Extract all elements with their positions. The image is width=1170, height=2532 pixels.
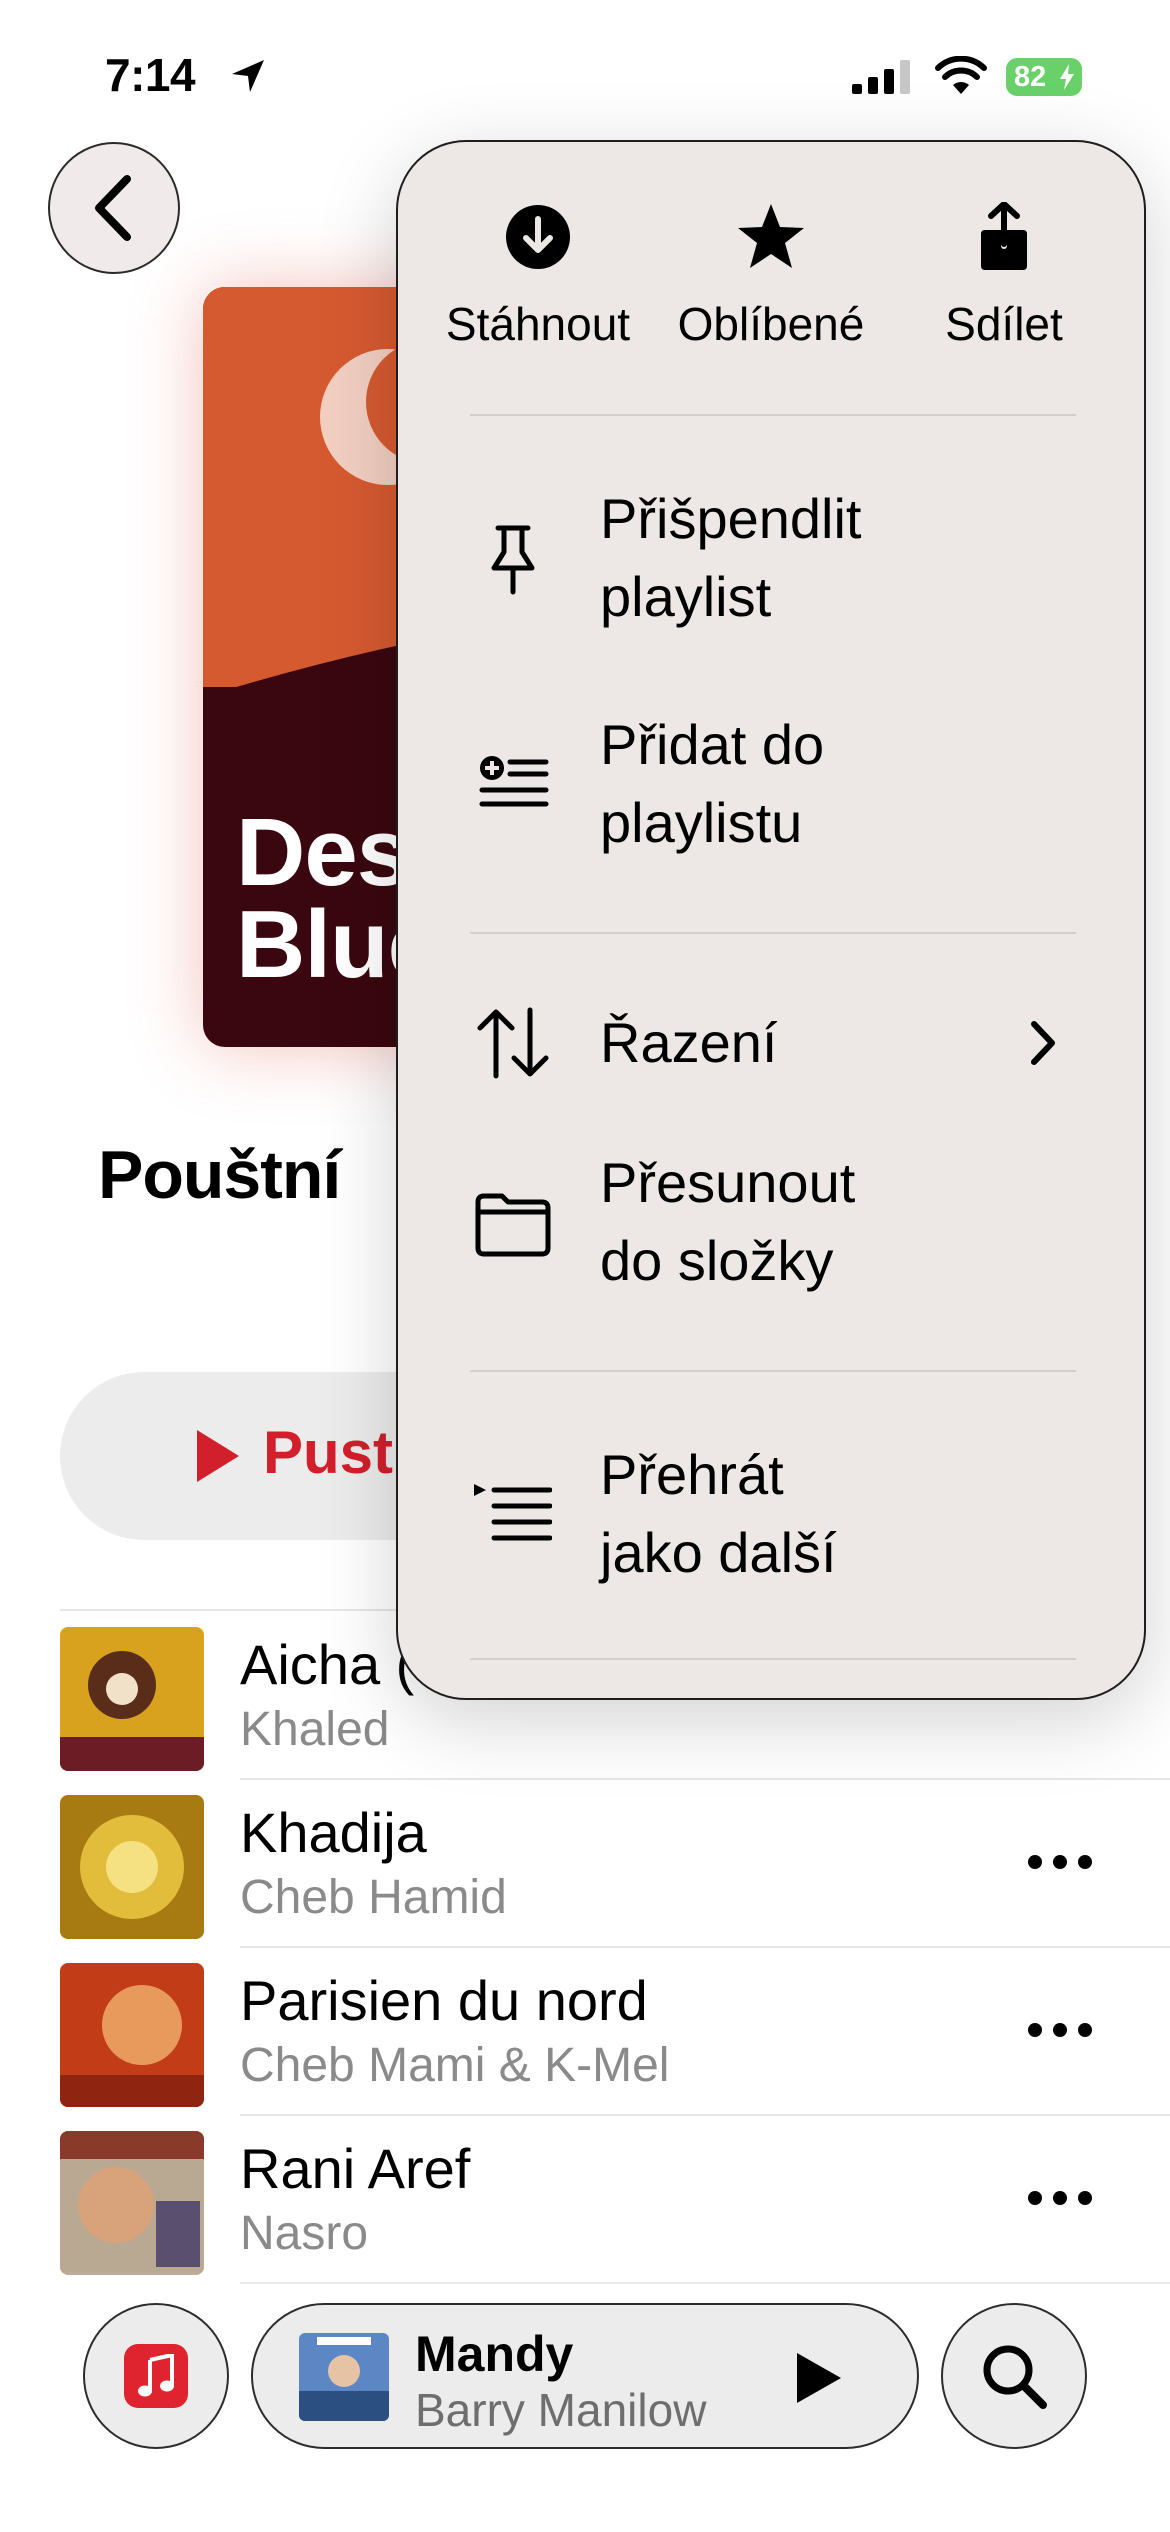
sort-item[interactable]: Řazení: [398, 968, 1148, 1118]
location-arrow-icon: [232, 60, 264, 92]
menu-divider: [470, 1370, 1076, 1372]
song-artist: Khaled: [240, 1703, 390, 1756]
play-next-line1: Přehrát: [600, 1443, 784, 1506]
list-item[interactable]: Rani Aref Nasro: [0, 2116, 1170, 2284]
play-next-label: Přehrát jako další: [600, 1436, 837, 1592]
song-title: Rani Aref: [240, 2137, 471, 2200]
album-art: [60, 1963, 204, 2107]
song-artist: Cheb Hamid: [240, 1871, 507, 1924]
share-icon: [981, 202, 1027, 270]
wifi-icon: [935, 56, 987, 94]
play-icon[interactable]: [793, 2351, 843, 2405]
search-icon: [983, 2345, 1047, 2409]
list-item[interactable]: Parisien du nord Cheb Mami & K-Mel: [0, 1948, 1170, 2116]
pin-icon: [491, 525, 535, 595]
album-art: [60, 1627, 204, 1771]
pin-playlist-item[interactable]: Přišpendlit playlist: [398, 478, 1148, 638]
pin-playlist-line2: playlist: [600, 565, 772, 628]
song-title: Aicha (: [240, 1633, 415, 1696]
menu-divider: [470, 414, 1076, 416]
play-next-line2: jako další: [600, 1521, 837, 1584]
context-menu: Stáhnout Oblíbené Sdílet Přišpendlit pla…: [396, 140, 1146, 1700]
menu-divider: [470, 1658, 1076, 1660]
ellipsis-icon[interactable]: [1025, 1850, 1095, 1874]
status-time: 7:14: [105, 49, 196, 101]
playlist-title: Pouštní: [98, 1137, 341, 1213]
back-button[interactable]: [48, 142, 180, 274]
ellipsis-icon[interactable]: [1025, 2018, 1095, 2042]
play-next-item[interactable]: Přehrát jako další: [398, 1434, 1148, 1594]
folder-icon: [475, 1193, 551, 1257]
screen: 7:14 82 Des Blue Pouštní Pust Aicha (Kh…: [0, 0, 1170, 2532]
now-playing-title: Mandy: [415, 2326, 574, 2382]
battery-level: 82: [1014, 61, 1047, 93]
play-icon: [197, 1430, 239, 1482]
add-to-playlist-line2: playlistu: [600, 791, 803, 854]
play-next-icon: [474, 1484, 552, 1541]
sort-arrows-icon: [477, 1007, 549, 1079]
add-to-playlist-label: Přidat do playlistu: [600, 706, 824, 862]
move-to-folder-item[interactable]: Přesunout do složky: [398, 1142, 1148, 1302]
play-button-label: Pust: [263, 1419, 394, 1486]
battery-charging-icon: [1060, 64, 1074, 90]
share-label: Sdílet: [945, 298, 1063, 350]
song-title: Khadija: [240, 1801, 427, 1864]
add-to-playlist-line1: Přidat do: [600, 713, 825, 776]
add-to-list-icon: [479, 756, 549, 807]
share-button[interactable]: Sdílet: [884, 202, 1124, 362]
search-button[interactable]: [941, 2303, 1087, 2449]
song-artist: Cheb Mami & K-Mel: [240, 2039, 670, 2092]
download-circle-icon: [506, 205, 570, 269]
add-to-playlist-item[interactable]: Přidat do playlistu: [398, 704, 1148, 864]
star-icon: [738, 204, 804, 268]
music-note-icon: [138, 2354, 174, 2397]
battery-indicator: 82: [1006, 58, 1082, 96]
favorite-button[interactable]: Oblíbené: [651, 202, 891, 362]
chevron-left-icon: [95, 175, 131, 241]
pin-playlist-line1: Přišpendlit: [600, 487, 862, 550]
download-button[interactable]: Stáhnout: [418, 202, 658, 362]
cellular-signal-icon: [852, 60, 910, 94]
album-art: [60, 2131, 204, 2275]
move-to-folder-label: Přesunout do složky: [600, 1144, 855, 1300]
song-artist: Nasro: [240, 2207, 369, 2260]
chevron-right-icon: [1031, 1021, 1055, 1065]
move-to-folder-line1: Přesunout: [600, 1151, 856, 1214]
sort-label: Řazení: [600, 1011, 778, 1074]
list-item[interactable]: Khadija Cheb Hamid: [0, 1780, 1170, 1948]
album-art: [60, 1795, 204, 1939]
ellipsis-icon[interactable]: [1025, 2186, 1095, 2210]
now-playing-artist: Barry Manilow: [415, 2384, 707, 2436]
song-title: Parisien du nord: [240, 1969, 648, 2032]
now-playing-art: [299, 2333, 389, 2421]
library-button[interactable]: [83, 2303, 229, 2449]
pin-playlist-label: Přišpendlit playlist: [600, 480, 861, 636]
move-to-folder-line2: do složky: [600, 1229, 834, 1292]
menu-divider: [470, 932, 1076, 934]
music-app-tile: [124, 2344, 188, 2408]
now-playing-bar[interactable]: Mandy Barry Manilow: [251, 2303, 919, 2449]
